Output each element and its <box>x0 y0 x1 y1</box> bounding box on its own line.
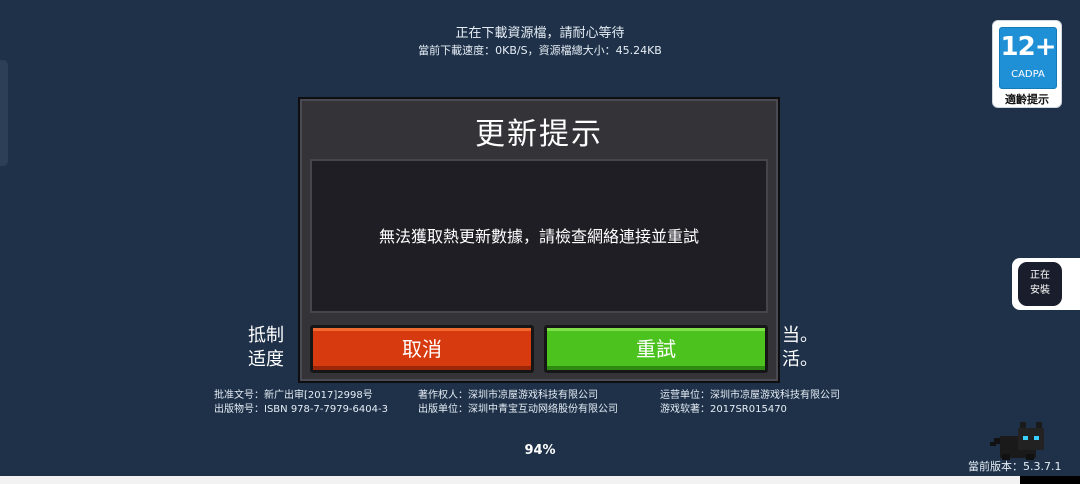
cancel-button[interactable]: 取消 <box>310 325 534 373</box>
health-notice-line1-left: 抵制 <box>248 325 284 346</box>
bottom-bar <box>0 476 1020 484</box>
side-drawer-handle[interactable] <box>0 60 8 166</box>
download-status-text: 正在下載資源檔，請耐心等待 <box>455 26 625 41</box>
health-notice-line2-right: 活。 <box>782 349 818 370</box>
version-label: 當前版本： <box>968 460 1023 473</box>
installing-widget[interactable]: 正在 安裝 <box>1012 258 1080 310</box>
update-dialog: 更新提示 無法獲取熱更新數據，請檢查網絡連接並重試 取消 重試 <box>298 97 780 383</box>
license-publisher: 出版单位：深圳中青宝互动网络股份有限公司 <box>418 404 618 415</box>
health-notice-line2-left: 适度 <box>248 349 284 370</box>
health-notice-line1-right: 当。 <box>782 325 818 346</box>
license-approval: 批准文号：新广出审[2017]2998号 <box>214 390 373 401</box>
download-speed-text: 當前下載速度：0KB/S，資源檔總大小：45.24KB <box>418 44 662 57</box>
age-rating-badge[interactable]: 12+ CADPA 適齡提示 <box>992 20 1062 108</box>
dialog-message: 無法獲取熱更新數據，請檢查網絡連接並重試 <box>378 227 699 246</box>
cat-character-icon <box>990 422 1044 460</box>
license-software-reg: 游戏软著：2017SR015470 <box>660 404 787 415</box>
age-rating-org: CADPA <box>1011 69 1045 80</box>
age-rating-icon: 12+ CADPA <box>999 27 1057 89</box>
installing-label: 正在 安裝 <box>1030 270 1050 296</box>
dialog-message-box: 無法獲取熱更新數據，請檢查網絡連接並重試 <box>310 159 768 313</box>
license-copyright: 著作权人：深圳市凉屋游戏科技有限公司 <box>418 390 598 401</box>
version-info: 當前版本：5.3.7.1 <box>968 458 1061 474</box>
download-progress-percent: 94% <box>524 443 556 458</box>
license-isbn: 出版物号：ISBN 978-7-7979-6404-3 <box>214 404 388 415</box>
age-rating-label: 適齡提示 <box>1005 93 1049 106</box>
version-value: 5.3.7.1 <box>1023 460 1062 473</box>
age-rating-number: 12+ <box>1000 32 1057 62</box>
retry-button[interactable]: 重試 <box>544 325 768 373</box>
dialog-title: 更新提示 <box>475 117 603 152</box>
corner-block <box>1020 476 1080 484</box>
license-operator: 运营单位：深圳市凉屋游戏科技有限公司 <box>660 390 840 401</box>
